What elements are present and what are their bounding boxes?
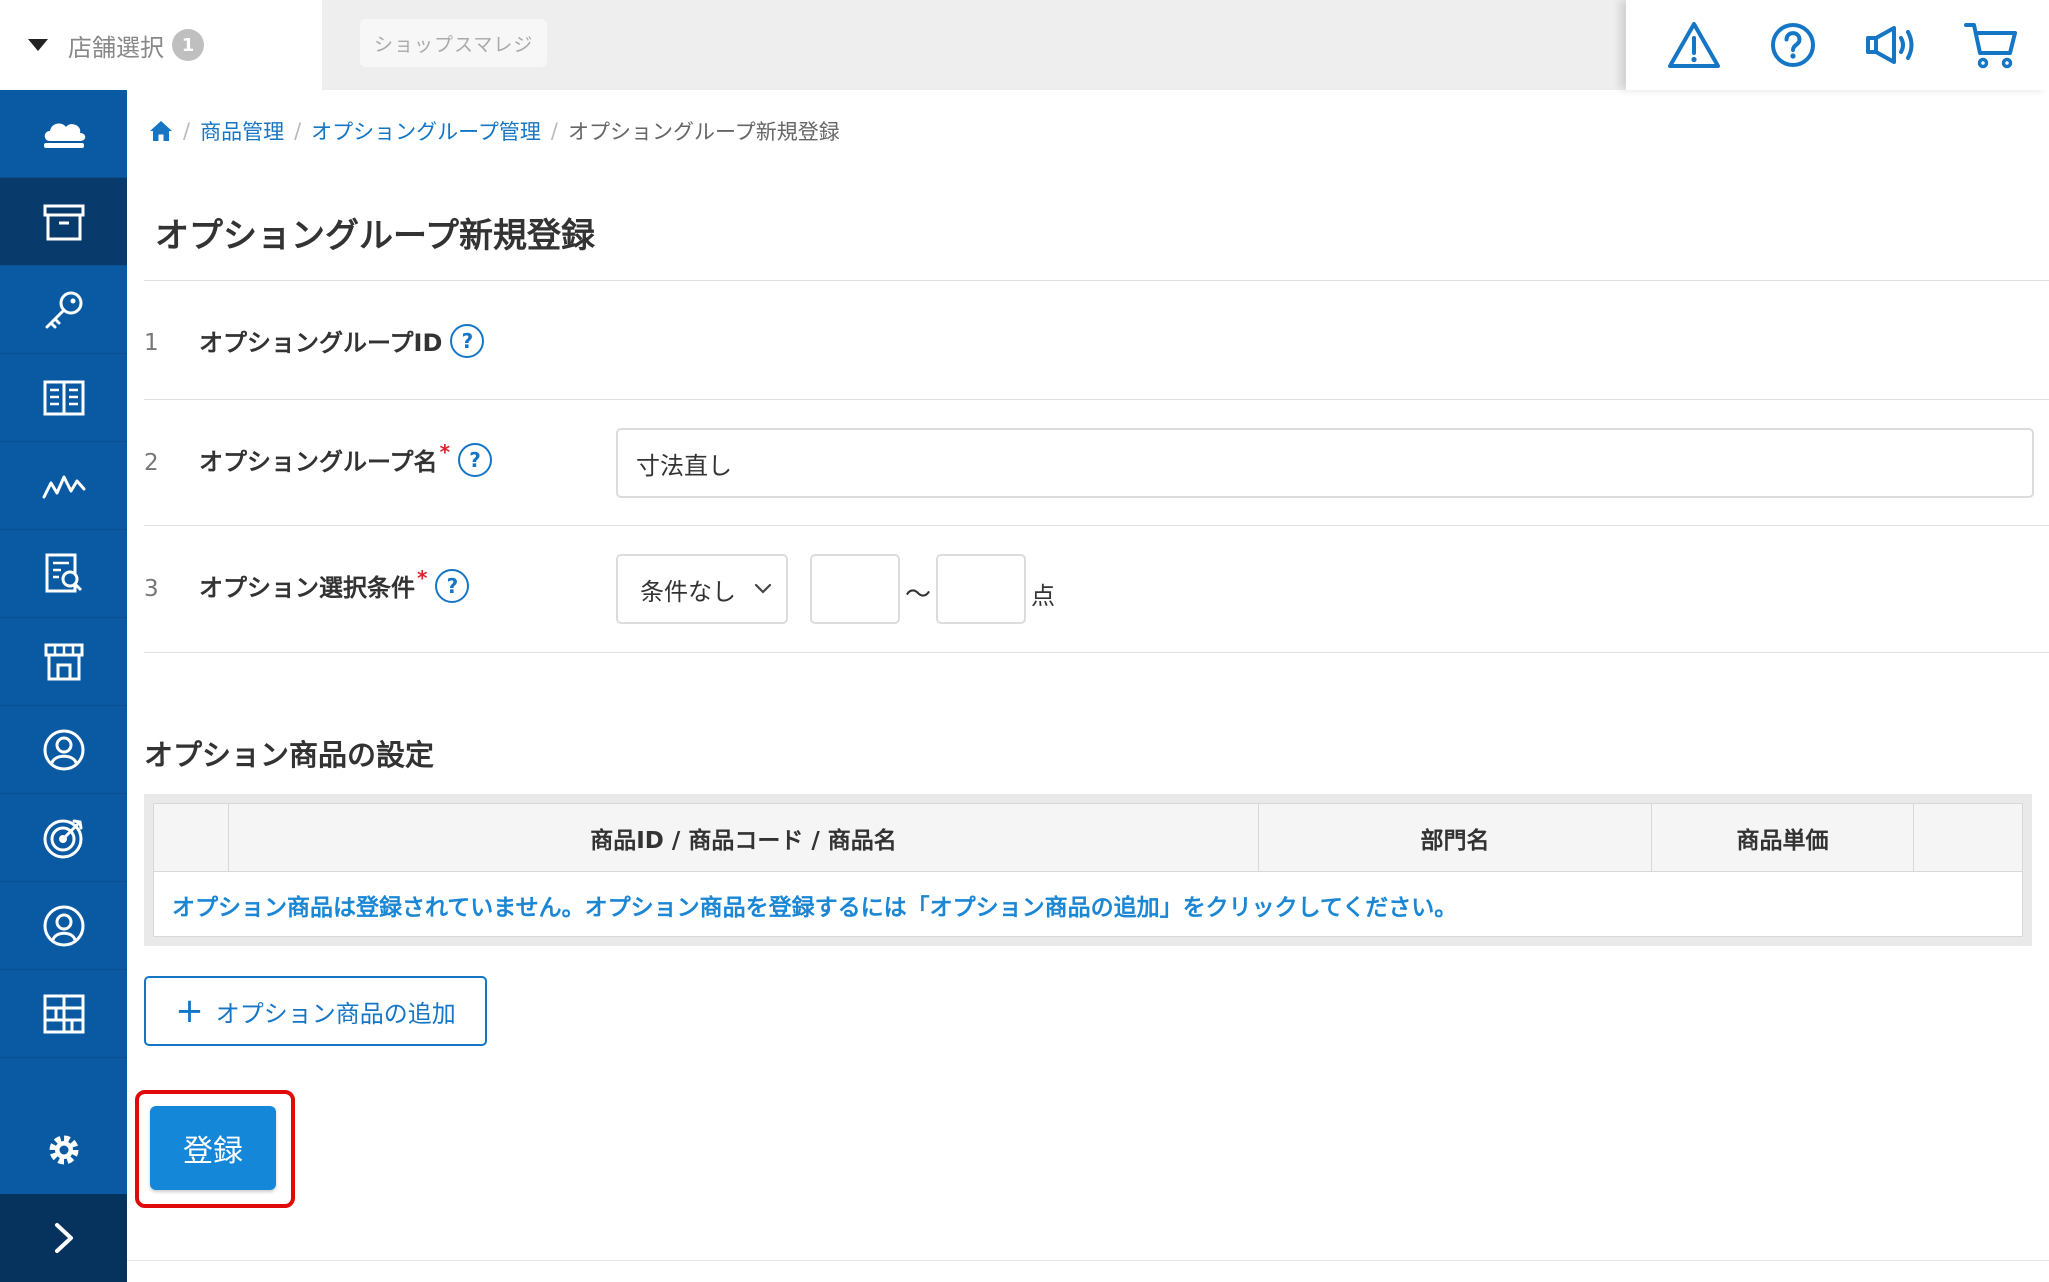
top-bar: 店舗選択 1 ショップスマレジ [0,0,2049,90]
condition-select[interactable]: 条件なし [616,554,788,624]
option-products-table: 商品ID / 商品コード / 商品名 部門名 商品単価 オプション商品は登録され… [153,803,2023,937]
option-condition-label: オプション選択条件 * ? [199,565,470,603]
table-header-cell [154,804,229,871]
warning-icon[interactable] [1664,15,1724,75]
cart-icon[interactable] [1961,15,2021,75]
sidebar-item-settings[interactable] [0,1106,127,1194]
empty-table-message: オプション商品は登録されていません。オプション商品を登録するには「オプション商品… [172,894,1458,921]
required-mark: * [417,565,428,590]
label-text: オプショングループ名 [199,448,438,476]
staff-icon [43,905,84,946]
breadcrumb: / 商品管理 / オプショングループ管理 / オプショングループ新規登録 [149,116,840,146]
sidebar-item-report[interactable] [0,530,127,618]
table-header-cell [1914,804,2022,871]
shop-area: ショップスマレジ [322,0,1626,90]
option-products-section-title: オプション商品の設定 [144,738,435,772]
breadcrumb-separator: / [550,119,558,143]
cloud-icon [43,123,85,148]
option-group-id-label: オプショングループID ? [199,323,485,358]
megaphone-icon[interactable] [1862,15,1922,75]
help-icon[interactable]: ? [458,442,493,477]
required-mark: * [439,439,451,464]
plus-icon: + [175,991,204,1031]
breadcrumb-current: オプショングループ新規登録 [567,120,840,144]
report-icon [45,553,82,592]
chart-line-icon [42,475,85,498]
store-select-dropdown[interactable]: 店舗選択 1 [0,0,322,90]
expand-chevron-icon [54,1223,73,1253]
range-unit: 点 [1031,582,1055,610]
caret-down-icon [28,39,48,51]
range-separator: 〜 [905,580,932,610]
option-group-name-label: オプショングループ名 * ? [199,439,493,477]
sidebar-item-target[interactable] [0,794,127,882]
breadcrumb-separator: / [183,119,191,143]
divider [144,399,2049,400]
main-content: / 商品管理 / オプショングループ管理 / オプショングループ新規登録 オプシ… [127,90,2049,1282]
sidebar-item-customer[interactable] [0,706,127,794]
label-text: オプショングループID [199,329,443,357]
divider [144,280,2049,281]
apps-grid-icon [43,994,84,1033]
label-text: オプション選択条件 [199,574,415,602]
range-min-input[interactable] [810,554,900,624]
sidebar-item-cloud[interactable] [0,90,127,178]
row-number: 1 [144,330,159,356]
table-header-unit-price: 商品単価 [1652,804,1914,871]
help-icon[interactable]: ? [435,568,470,603]
key-icon [45,291,82,328]
table-header-product: 商品ID / 商品コード / 商品名 [229,804,1259,871]
sidebar-item-apps[interactable] [0,970,127,1058]
condition-select-value: 条件なし [640,577,736,606]
home-icon[interactable] [149,120,173,142]
sidebar-item-analytics[interactable] [0,442,127,530]
breadcrumb-link-products[interactable]: 商品管理 [200,116,284,146]
shop-name-chip[interactable]: ショップスマレジ [360,19,548,67]
range-max-input[interactable] [936,554,1026,624]
top-icon-group [1626,0,2049,90]
divider [144,652,2049,653]
add-button-label: オプション商品の追加 [215,999,456,1028]
store-select-label: 店舗選択 [68,33,164,62]
settings-gear-icon [49,1135,78,1165]
option-group-name-input[interactable]: 寸法直し [616,428,2034,498]
divider [144,525,2049,526]
table-header-row: 商品ID / 商品コード / 商品名 部門名 商品単価 [154,804,2022,872]
sidebar [0,90,127,1282]
breadcrumb-link-option-groups[interactable]: オプショングループ管理 [311,116,541,146]
sidebar-item-store[interactable] [0,618,127,706]
sidebar-item-book[interactable] [0,354,127,442]
row-number: 3 [144,576,159,602]
chevron-down-icon [754,583,772,594]
book-icon [43,380,84,415]
store-count-badge: 1 [172,29,204,61]
page-title: オプショングループ新規登録 [155,216,595,256]
table-header-department: 部門名 [1259,804,1652,871]
target-icon [43,819,82,858]
sidebar-item-products[interactable] [0,178,127,266]
register-button[interactable]: 登録 [150,1106,276,1190]
help-icon[interactable]: ? [450,323,485,358]
option-products-table-wrapper: 商品ID / 商品コード / 商品名 部門名 商品単価 オプション商品は登録され… [144,794,2032,946]
breadcrumb-separator: / [294,119,302,143]
sidebar-bottom [0,1106,127,1282]
add-option-product-button[interactable]: + オプション商品の追加 [144,976,487,1046]
row-number: 2 [144,450,159,476]
help-icon[interactable] [1763,15,1823,75]
product-box-icon [43,204,84,240]
sidebar-expand-button[interactable] [0,1194,127,1282]
sidebar-item-staff[interactable] [0,882,127,970]
customer-icon [43,729,84,770]
divider [127,1260,2049,1261]
store-icon [44,643,83,680]
sidebar-item-key[interactable] [0,266,127,354]
